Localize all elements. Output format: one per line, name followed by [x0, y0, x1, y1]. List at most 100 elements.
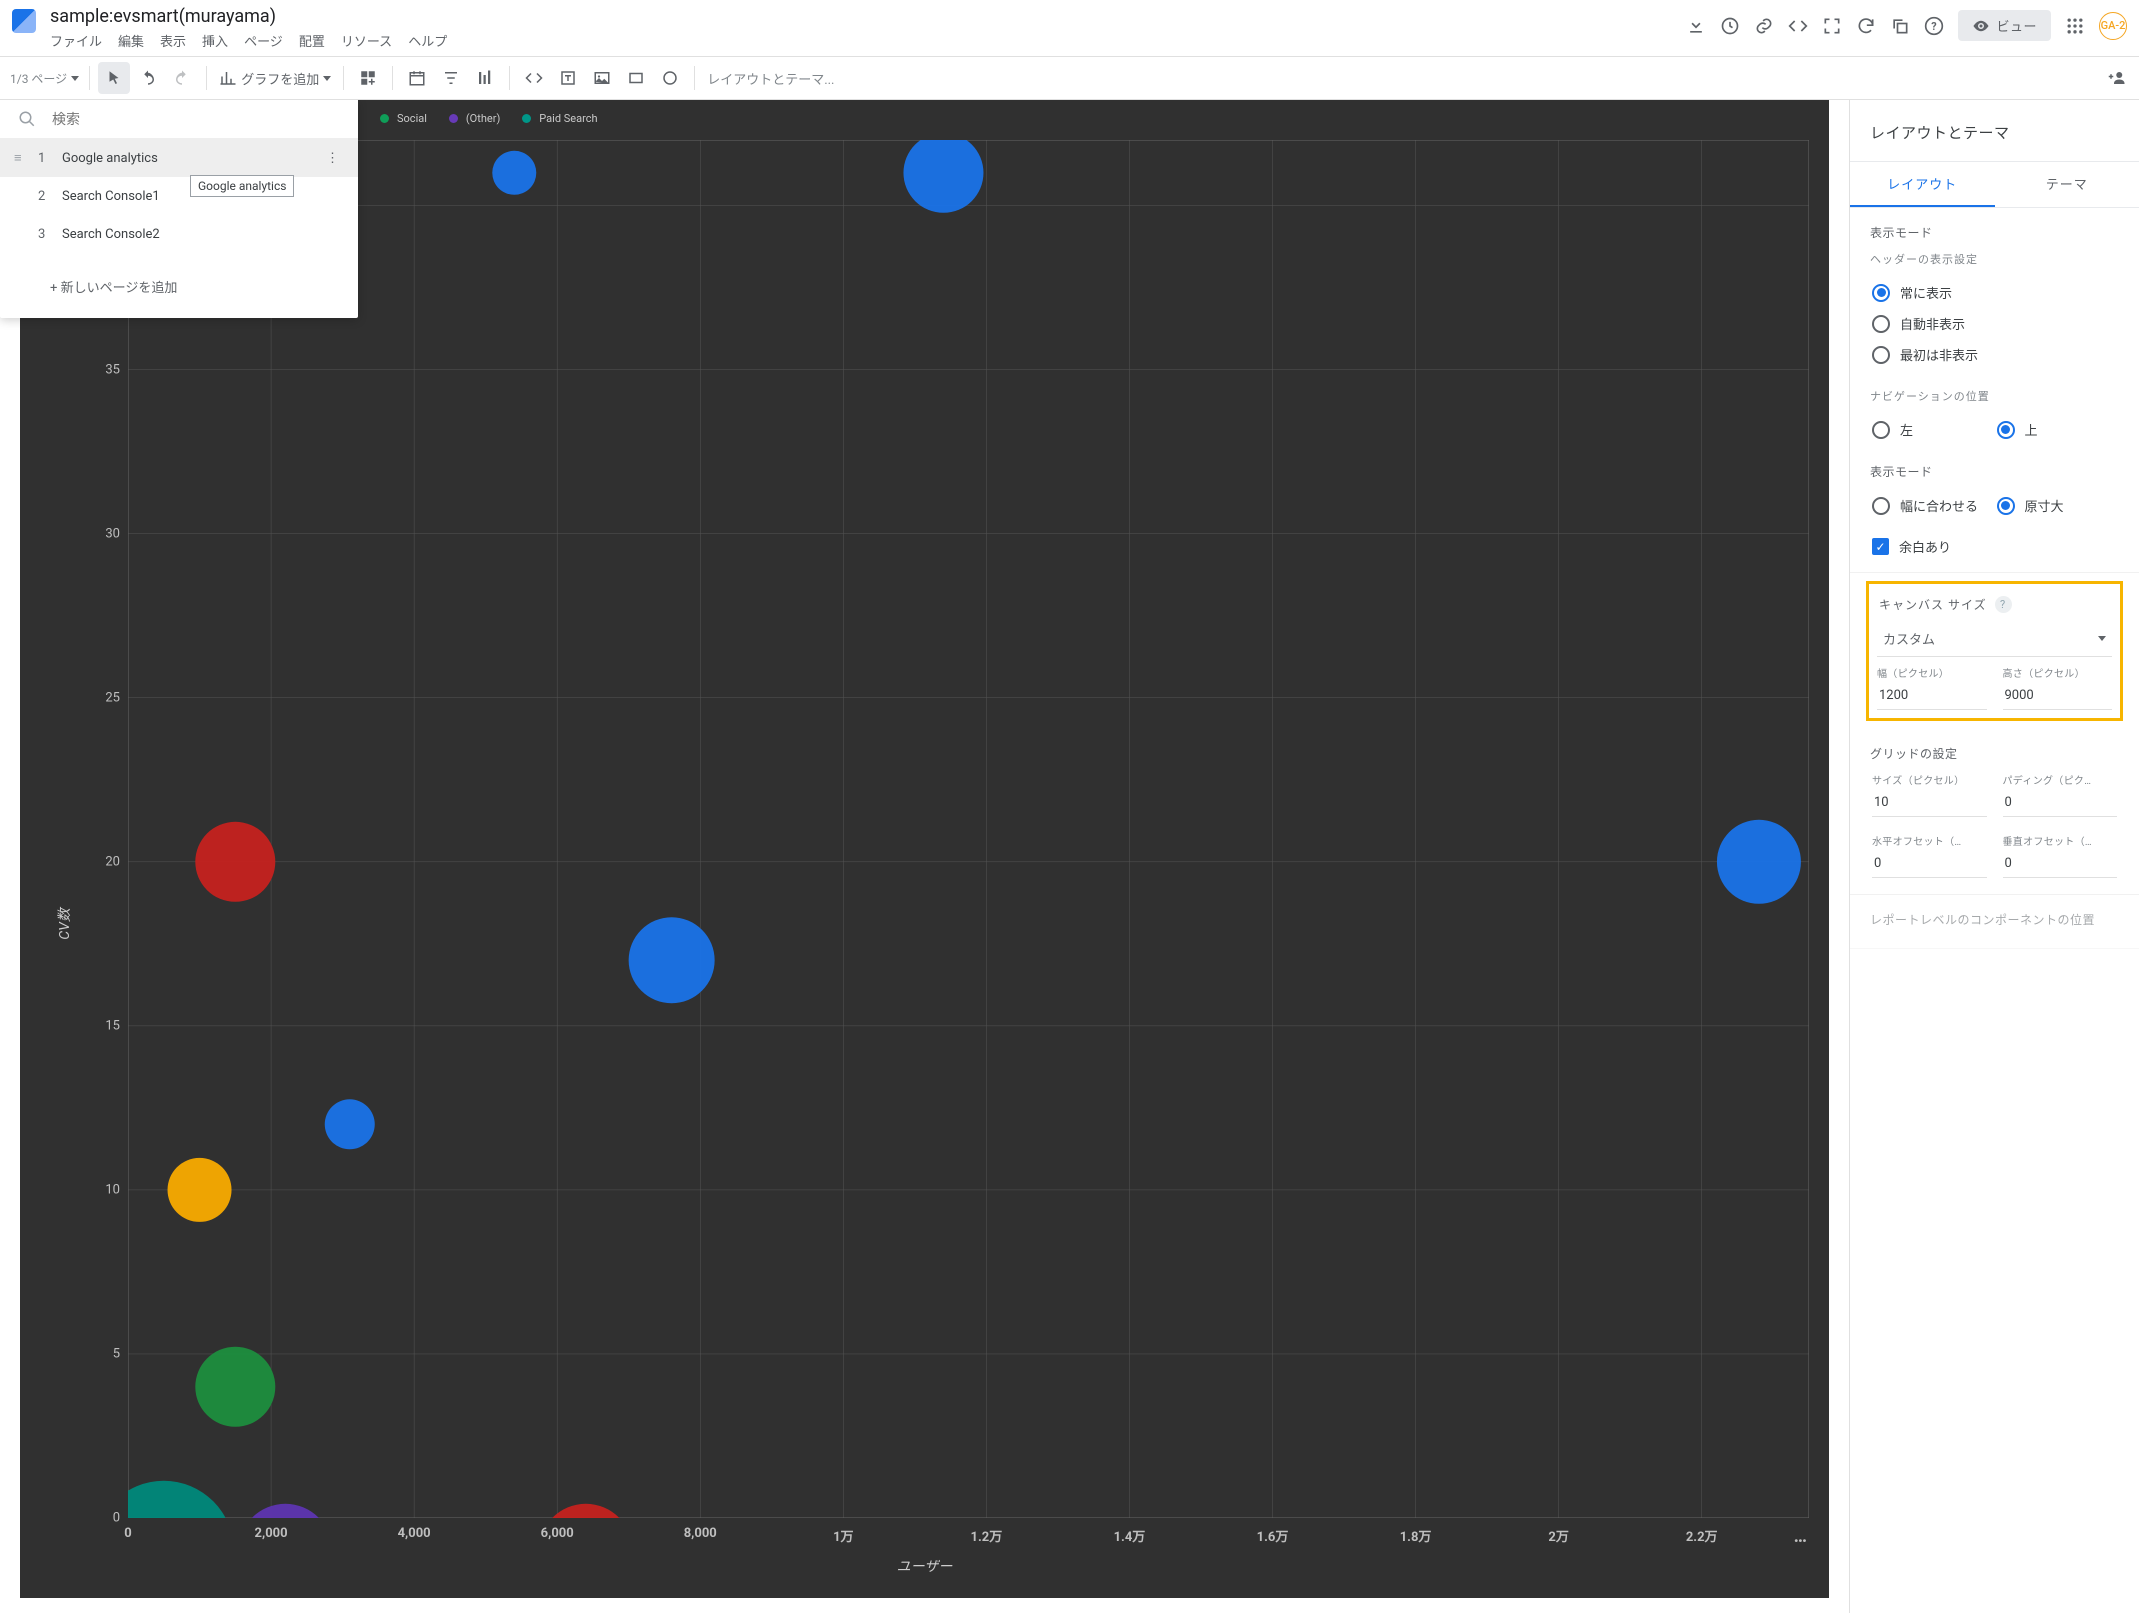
more-icon[interactable]: ⋮: [326, 151, 344, 166]
menu-help[interactable]: ヘルプ: [408, 31, 447, 50]
page-item-3[interactable]: ≡ 3 Search Console2 ⋮: [0, 215, 358, 253]
page-number: 2: [38, 189, 52, 204]
fullscreen-icon[interactable]: [1822, 16, 1842, 36]
history-icon[interactable]: [1720, 16, 1740, 36]
radio-label: 常に表示: [1900, 283, 1952, 302]
checkbox-label: 余白あり: [1899, 537, 1951, 556]
filter-icon[interactable]: [435, 62, 467, 94]
menu-edit[interactable]: 編集: [118, 31, 144, 50]
add-people-icon[interactable]: [2101, 62, 2133, 94]
circle-icon[interactable]: [654, 62, 686, 94]
report-level-components-label: レポートレベルのコンポーネントの位置: [1870, 911, 2119, 928]
rectangle-icon[interactable]: [620, 62, 652, 94]
menu-arrange[interactable]: 配置: [299, 31, 325, 50]
caret-down-icon: [323, 76, 331, 81]
caret-down-icon: [2098, 636, 2106, 641]
radio-label: 最初は非表示: [1900, 345, 1978, 364]
download-icon[interactable]: [1686, 16, 1706, 36]
radio-fit-width[interactable]: 幅に合わせる: [1870, 490, 1995, 521]
select-tool[interactable]: [98, 62, 130, 94]
view-button-label: ビュー: [1996, 16, 2037, 35]
svg-text:?: ?: [1932, 20, 1937, 33]
legend-swatch: [522, 114, 531, 123]
chart-canvas[interactable]: Social (Other) Paid Search CV数 ユーザー … 05…: [20, 100, 1829, 1598]
radio-nav-left[interactable]: 左: [1870, 414, 1995, 445]
menu-insert[interactable]: 挿入: [202, 31, 228, 50]
canvas-width-input[interactable]: 1200: [1877, 684, 1987, 710]
add-page-button[interactable]: + 新しいページを追加: [0, 253, 358, 318]
date-range-icon[interactable]: [401, 62, 433, 94]
data-control-icon[interactable]: [469, 62, 501, 94]
grid-size-input[interactable]: 10: [1872, 791, 1987, 817]
copy-icon[interactable]: [1890, 16, 1910, 36]
y-tick: 30: [105, 526, 120, 541]
embed-icon[interactable]: [1788, 16, 1808, 36]
refresh-icon[interactable]: [1856, 16, 1876, 36]
menu-view[interactable]: 表示: [160, 31, 186, 50]
checkbox-has-margin[interactable]: ✓ 余白あり: [1870, 531, 2119, 562]
grid-hoff-input[interactable]: 0: [1872, 852, 1987, 878]
nav-position-label: ナビゲーションの位置: [1870, 388, 2119, 404]
header-visibility-label: ヘッダーの表示設定: [1870, 251, 2119, 267]
grid-padding-label: パディング（ピク…: [2003, 772, 2118, 787]
product-logo: [12, 9, 36, 33]
canvas-size-highlight: キャンバス サイズ ? カスタム 幅（ピクセル） 1200 高さ（ピクセル） 9…: [1866, 581, 2123, 721]
canvas-width-label: 幅（ピクセル）: [1877, 665, 1987, 680]
radio-label: 左: [1900, 420, 1913, 439]
legend-label: Paid Search: [539, 112, 597, 125]
link-icon[interactable]: [1754, 16, 1774, 36]
x-tick: 6,000: [541, 1526, 574, 1541]
grid-padding-input[interactable]: 0: [2003, 791, 2118, 817]
text-icon[interactable]: [552, 62, 584, 94]
canvas-height-input[interactable]: 9000: [2003, 684, 2113, 710]
canvas-preset-select[interactable]: カスタム: [1877, 623, 2112, 657]
radio-auto-hide[interactable]: 自動非表示: [1870, 308, 2119, 339]
page-dropdown-panel: ≡ 1 Google analytics ⋮ ≡ 2 Search Consol…: [0, 100, 358, 318]
menu-resource[interactable]: リソース: [341, 31, 392, 50]
report-canvas-area[interactable]: Social (Other) Paid Search CV数 ユーザー … 05…: [0, 100, 1849, 1613]
y-tick: 5: [113, 1346, 120, 1361]
layout-theme-link[interactable]: レイアウトとテーマ...: [703, 69, 838, 88]
page-search-row: [0, 100, 358, 139]
radio-hidden-first[interactable]: 最初は非表示: [1870, 339, 2119, 370]
eye-icon: [1972, 17, 1990, 35]
apps-icon[interactable]: [2065, 16, 2085, 36]
redo-button[interactable]: [166, 62, 198, 94]
radio-nav-top[interactable]: 上: [1995, 414, 2120, 445]
x-tick: 4,000: [398, 1526, 431, 1541]
tab-layout[interactable]: レイアウト: [1850, 162, 1995, 207]
chart-plot-area: … 051015202530354002,0004,0006,0008,0001…: [128, 140, 1809, 1518]
image-icon[interactable]: [586, 62, 618, 94]
grid-voff-input[interactable]: 0: [2003, 852, 2118, 878]
page-search-input[interactable]: [52, 111, 340, 127]
tab-theme[interactable]: テーマ: [1995, 162, 2139, 207]
page-number: 1: [38, 151, 52, 166]
community-viz-icon[interactable]: [352, 62, 384, 94]
radio-actual-size[interactable]: 原寸大: [1995, 490, 2120, 521]
radio-always-show[interactable]: 常に表示: [1870, 277, 2119, 308]
menu-file[interactable]: ファイル: [50, 31, 102, 50]
page-item-1[interactable]: ≡ 1 Google analytics ⋮: [0, 139, 358, 177]
y-tick: 20: [105, 854, 120, 869]
chart-y-axis-label: CV数: [54, 908, 74, 940]
view-button[interactable]: ビュー: [1958, 10, 2051, 41]
x-tick: 1.6万: [1257, 1526, 1289, 1545]
x-tick: 1万: [833, 1526, 853, 1545]
x-tick: 1.4万: [1114, 1526, 1146, 1545]
legend-swatch: [449, 114, 458, 123]
side-panel: レイアウトとテーマ レイアウト テーマ 表示モード ヘッダーの表示設定 常に表示…: [1849, 100, 2139, 1613]
menu-page[interactable]: ページ: [244, 31, 283, 50]
drag-handle-icon: ≡: [14, 150, 28, 166]
url-embed-icon[interactable]: [518, 62, 550, 94]
x-tick: 2万: [1548, 1526, 1568, 1545]
add-chart-button[interactable]: グラフを追加: [215, 69, 335, 88]
document-title[interactable]: sample:evsmart(murayama): [50, 6, 447, 27]
user-avatar[interactable]: GA-2: [2099, 12, 2127, 40]
checkmark-icon: ✓: [1872, 538, 1889, 555]
page-indicator[interactable]: 1/3 ページ: [6, 70, 81, 87]
help-badge-icon[interactable]: ?: [1995, 596, 2012, 613]
canvas-size-label: キャンバス サイズ: [1879, 596, 1987, 613]
undo-button[interactable]: [132, 62, 164, 94]
page-item-2[interactable]: ≡ 2 Search Console1 ⋮: [0, 177, 358, 215]
help-icon[interactable]: ?: [1924, 16, 1944, 36]
